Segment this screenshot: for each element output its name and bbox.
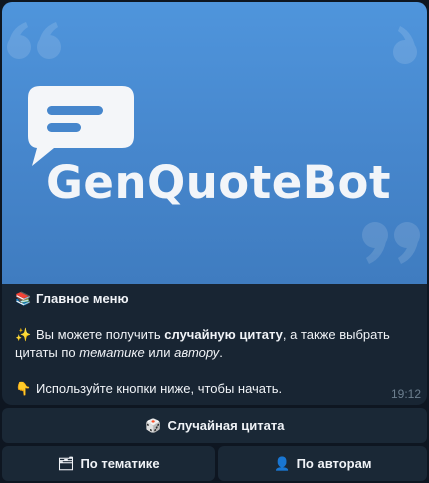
intro-or: или bbox=[144, 345, 175, 360]
by-author-label: По авторам bbox=[296, 456, 372, 471]
folder-icon: 🗂 bbox=[57, 455, 75, 471]
books-icon: 📚 bbox=[15, 291, 32, 306]
person-icon: 👤 bbox=[273, 455, 291, 471]
by-author-button[interactable]: 👤 По авторам bbox=[218, 446, 427, 481]
chat-area: GenQuoteBot 📚 Главное меню ✨ Вы можете пол… bbox=[0, 0, 429, 483]
message-time: 19:12 bbox=[390, 387, 421, 401]
by-topic-label: По тематике bbox=[80, 456, 160, 471]
menu-title: Главное меню bbox=[36, 291, 129, 306]
sparkles-icon: ✨ bbox=[15, 327, 32, 342]
intro-paragraph: ✨ Вы можете получить случайную цитату, а … bbox=[15, 326, 415, 362]
random-quote-button[interactable]: 🎲 Случайная цитата bbox=[2, 408, 427, 443]
banner-image: GenQuoteBot bbox=[2, 2, 427, 284]
intro-author: автору bbox=[174, 345, 220, 360]
random-quote-label: Случайная цитата bbox=[167, 418, 285, 433]
intro-bold: случайную цитату bbox=[164, 327, 283, 342]
bot-message: GenQuoteBot 📚 Главное меню ✨ Вы можете пол… bbox=[2, 2, 427, 405]
pointing-down-icon: 👇 bbox=[15, 381, 32, 396]
intro-topic: тематике bbox=[79, 345, 145, 360]
menu-title-line: 📚 Главное меню bbox=[15, 290, 415, 308]
chat-bubble-icon bbox=[28, 86, 134, 166]
quote-marks-icon bbox=[362, 222, 420, 264]
intro-end: . bbox=[219, 345, 223, 360]
intro-text-1: Вы можете получить bbox=[36, 327, 165, 342]
quote-marks-icon bbox=[7, 22, 61, 59]
by-topic-button[interactable]: 🗂 По тематике bbox=[2, 446, 215, 481]
hint-text: Используйте кнопки ниже, чтобы начать. bbox=[36, 381, 283, 396]
banner-artwork bbox=[7, 22, 420, 264]
hint-line: 👇 Используйте кнопки ниже, чтобы начать. bbox=[15, 380, 415, 398]
quote-marks-icon bbox=[393, 26, 417, 64]
dice-icon: 🎲 bbox=[144, 417, 162, 433]
brand-name: GenQuoteBot bbox=[46, 156, 391, 209]
message-text: 📚 Главное меню ✨ Вы можете получить случай… bbox=[15, 290, 415, 398]
